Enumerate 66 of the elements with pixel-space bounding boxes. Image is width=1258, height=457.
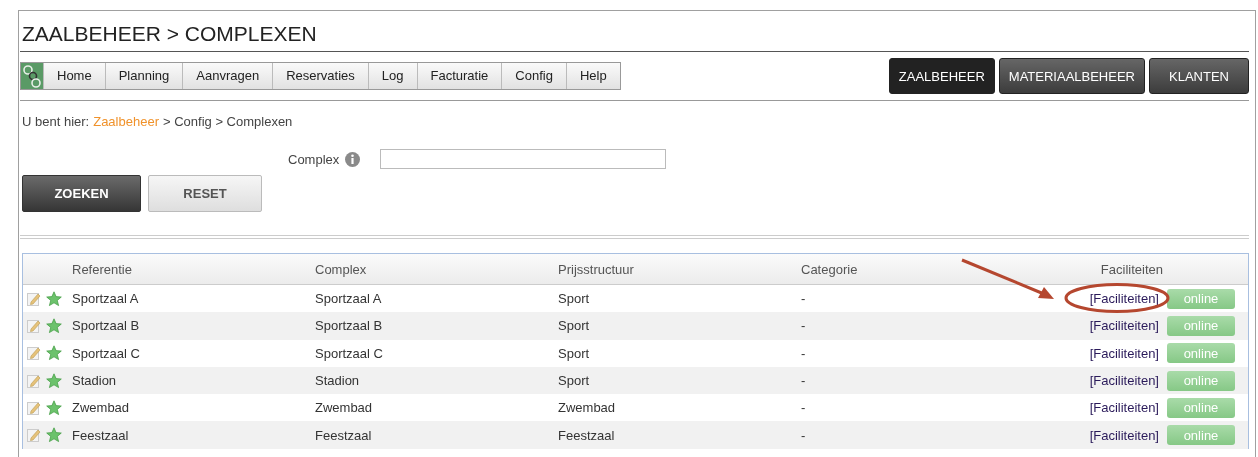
menu-item[interactable]: Reservaties — [272, 63, 368, 89]
table-cell-text: Stadion — [315, 373, 361, 389]
table-cell-text: - — [801, 400, 807, 416]
menu-item[interactable]: Log — [367, 63, 417, 89]
table-cell-text: Sportzaal B — [72, 318, 141, 334]
table-cell-text: Sportzaal A — [72, 291, 140, 307]
star-icon[interactable] — [46, 317, 62, 334]
faciliteiten-link[interactable]: [Faciliteiten] — [1089, 318, 1159, 334]
module-tab[interactable]: ZAALBEHEER — [888, 58, 995, 94]
complex-input-field[interactable] — [380, 149, 667, 169]
module-tab[interactable]: MATERIAALBEHEER — [998, 58, 1145, 94]
table-cell-text: - — [801, 427, 807, 443]
table-cell-text: - — [801, 373, 807, 389]
star-icon[interactable] — [46, 372, 62, 389]
table-cell-text: Sportzaal C — [72, 345, 141, 361]
star-icon[interactable] — [46, 345, 62, 362]
table-cell-text: Zwembad — [315, 400, 374, 416]
table-cell-text: - — [801, 345, 807, 361]
menu-item[interactable]: Help — [565, 63, 620, 89]
menu-item[interactable]: Planning — [104, 63, 183, 89]
star-icon[interactable] — [46, 427, 62, 444]
faciliteiten-link[interactable]: [Faciliteiten] — [1089, 427, 1159, 443]
module-tab[interactable]: KLANTEN — [1149, 58, 1249, 94]
table-cell-text: Stadion — [72, 373, 118, 389]
table-cell-text: Zwembad — [72, 400, 131, 416]
edit-icon[interactable] — [27, 346, 41, 361]
table-cell-text: Sportzaal B — [315, 318, 384, 334]
breadcrumb-label: U bent hier: — [22, 114, 90, 129]
logo-icon — [21, 63, 44, 89]
column-header: Faciliteiten — [1099, 261, 1164, 277]
search-button[interactable]: ZOEKEN — [22, 175, 141, 212]
table-cell-text: Sport — [558, 345, 591, 361]
table-cell-text: Feestzaal — [315, 427, 373, 443]
table-cell-text: - — [801, 318, 807, 334]
table-cell-text: - — [801, 291, 807, 307]
menu-item[interactable]: Home — [44, 63, 105, 89]
edit-icon[interactable] — [27, 318, 41, 333]
star-icon[interactable] — [46, 290, 62, 307]
faciliteiten-link[interactable]: [Faciliteiten] — [1089, 373, 1159, 389]
menu-item[interactable]: Aanvragen — [182, 63, 273, 89]
star-icon[interactable] — [46, 399, 62, 416]
table-cell-text: Sport — [558, 373, 591, 389]
table-cell-text: Sport — [558, 318, 591, 334]
table-cell-text: Sportzaal A — [315, 291, 383, 307]
reset-button[interactable]: RESET — [148, 175, 262, 212]
menu-item[interactable]: Facturatie — [416, 63, 502, 89]
menu-item[interactable]: Config — [501, 63, 566, 89]
info-icon — [345, 151, 361, 167]
edit-icon[interactable] — [27, 291, 41, 306]
table-cell-text: Sportzaal C — [315, 345, 384, 361]
edit-icon[interactable] — [27, 400, 41, 415]
table-cell-text: Sport — [558, 291, 591, 307]
edit-icon[interactable] — [27, 373, 41, 388]
faciliteiten-link[interactable]: [Faciliteiten] — [1089, 400, 1159, 416]
breadcrumb-path: > Config > Complexen — [163, 114, 293, 129]
table-cell-text: Zwembad — [558, 400, 617, 416]
page-title: ZAALBEHEER > COMPLEXEN — [20, 11, 1249, 52]
column-header: Complex — [315, 261, 368, 277]
column-header: Referentie — [72, 261, 133, 277]
table-cell-text: Feestzaal — [558, 427, 616, 443]
table-cell-text: Feestzaal — [72, 427, 130, 443]
edit-icon[interactable] — [27, 428, 41, 443]
column-header: Prijsstructuur — [558, 261, 635, 277]
column-header: Categorie — [801, 261, 859, 277]
faciliteiten-link[interactable]: [Faciliteiten] — [1089, 345, 1159, 361]
field-label: Complex — [288, 151, 340, 167]
